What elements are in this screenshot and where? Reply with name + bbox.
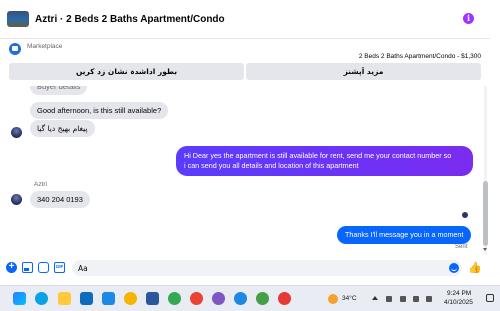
weather-temperature[interactable]: 34°C [342,295,357,302]
chrome-profile-icon[interactable] [190,292,203,305]
listing-subtitle[interactable]: 2 Beds 2 Baths Apartment/Condo - $1,300 [359,53,481,60]
chrome-profile-icon[interactable] [234,292,247,305]
sender-avatar[interactable] [11,127,22,138]
chrome-icon[interactable] [124,292,137,305]
message-list: Buyer details Good afternoon, is this st… [0,86,490,254]
message-bubble-incoming[interactable]: 340 204 0193 [30,191,90,208]
clock-time[interactable]: 9:24 PM [447,290,471,297]
info-icon[interactable]: i [463,13,474,24]
scroll-thumb[interactable] [483,181,488,246]
listing-thumbnail[interactable] [7,11,29,27]
windows-start-icon[interactable] [13,292,26,305]
partial-message-bubble: Buyer details [30,86,88,95]
volume-icon[interactable] [426,296,432,302]
app-icon[interactable] [102,292,115,305]
chrome-profile-icon[interactable] [212,292,225,305]
sender-avatar[interactable] [11,194,22,205]
message-bubble-incoming[interactable]: Good afternoon, is this still available? [30,102,169,119]
sender-name: Aztri [34,181,47,188]
edge-icon[interactable] [35,292,48,305]
seen-avatar [462,212,468,218]
message-bubble-outgoing[interactable]: Hi Dear yes the apartment is still avail… [176,146,473,176]
file-explorer-icon[interactable] [58,292,71,305]
listing-bar: Marketplace 2 Beds 2 Baths Apartment/Con… [0,39,490,85]
app-icon[interactable] [146,292,159,305]
message-line: Hi Dear yes the apartment is still avail… [184,151,452,160]
mark-as-pending-button[interactable]: بطور اداشدہ نشان زد کریں [9,63,244,80]
message-scrollbar[interactable] [482,86,489,254]
message-bubble-incoming[interactable]: پیغام بھیج دیا گیا [30,120,95,137]
chrome-profile-icon[interactable] [278,292,291,305]
outlook-icon[interactable] [80,292,93,305]
windows-taskbar: 34°C 9:24 PM 4/10/2025 [0,285,500,311]
wifi-icon[interactable] [413,296,419,302]
sticker-icon[interactable] [38,262,49,273]
image-icon[interactable] [22,262,33,273]
composer: + GIF 👍 [0,256,490,280]
chevron-up-icon[interactable] [372,296,378,300]
like-icon[interactable]: 👍 [468,262,482,274]
monitor-icon[interactable] [400,296,406,302]
weather-icon[interactable] [328,294,338,304]
scroll-down-arrow[interactable] [483,248,487,251]
network-icon[interactable] [386,296,392,302]
chrome-profile-icon[interactable] [256,292,269,305]
message-line: i can send you all details and location … [184,161,359,170]
message-input[interactable] [72,260,462,276]
plus-icon[interactable]: + [6,262,17,273]
chat-header: Aztri · 2 Beds 2 Baths Apartment/Condo i [0,0,490,38]
sent-status: Sent [455,244,468,250]
chrome-profile-icon[interactable] [168,292,181,305]
marketplace-label: Marketplace [27,43,63,50]
clock-date[interactable]: 4/10/2025 [444,299,473,306]
message-bubble-outgoing[interactable]: Thanks I'll message you in a moment [337,226,472,244]
more-options-button[interactable]: مزید اَپشنز [246,63,481,80]
chat-title[interactable]: Aztri · 2 Beds 2 Baths Apartment/Condo [35,14,225,25]
gif-icon[interactable]: GIF [54,262,65,273]
marketplace-icon [9,43,21,55]
emoji-icon[interactable] [449,263,459,273]
notification-icon[interactable] [486,294,494,302]
quick-reply-row: بطور اداشدہ نشان زد کریں مزید اَپشنز [9,63,481,80]
